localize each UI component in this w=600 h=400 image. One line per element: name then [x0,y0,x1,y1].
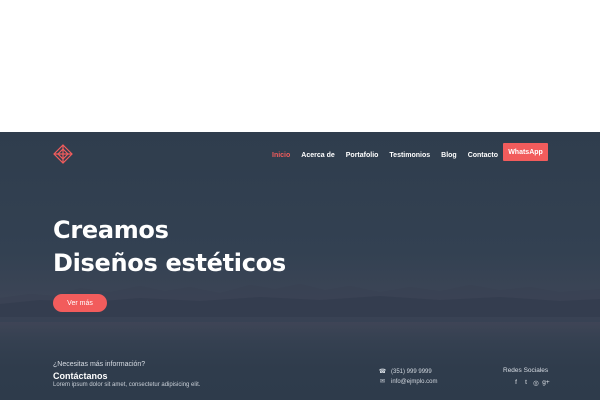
ver-mas-button[interactable]: Ver más [53,294,107,312]
facebook-icon[interactable]: f [511,379,521,387]
nav-item-portafolio[interactable]: Portafolio [346,152,379,159]
diamond-logo-icon[interactable] [53,144,73,164]
headline-line-2: Diseños estéticos [53,249,286,277]
phone-line: ☎ (351) 999 9999 [378,368,432,376]
nav-item-testimonios[interactable]: Testimonios [389,152,430,159]
headline-line-1: Creamos [53,216,169,244]
main-nav: Inicio Acerca de Portafolio Testimonios … [272,148,509,162]
whatsapp-button[interactable]: WhatsApp [503,143,548,161]
nav-item-contacto[interactable]: Contacto [468,152,498,159]
phone-number[interactable]: (351) 999 9999 [391,369,432,375]
email-line: ✉ info@ejmplo.com [378,378,437,386]
nav-item-inicio[interactable]: Inicio [272,152,290,159]
blank-top-area [0,0,600,132]
twitter-icon[interactable]: t [521,379,531,387]
google-plus-icon[interactable]: g+ [541,379,551,387]
contact-text: Lorem ipsum dolor sit amet, consectetur … [53,382,201,388]
nav-item-acerca-de[interactable]: Acerca de [301,152,334,159]
nav-item-blog[interactable]: Blog [441,152,457,159]
hero-headline: Creamos Diseños estéticos [53,214,286,280]
social-icons: f t ◎ g+ [511,379,551,387]
social-title: Redes Sociales [503,367,549,374]
instagram-icon[interactable]: ◎ [531,379,541,387]
phone-icon: ☎ [378,369,387,375]
hero-section: Inicio Acerca de Portafolio Testimonios … [0,132,600,400]
contact-question: ¿Necesitas más información? [53,361,146,368]
email-address[interactable]: info@ejmplo.com [391,379,437,385]
contact-title: Contáctanos [53,371,108,381]
envelope-icon: ✉ [379,379,386,385]
